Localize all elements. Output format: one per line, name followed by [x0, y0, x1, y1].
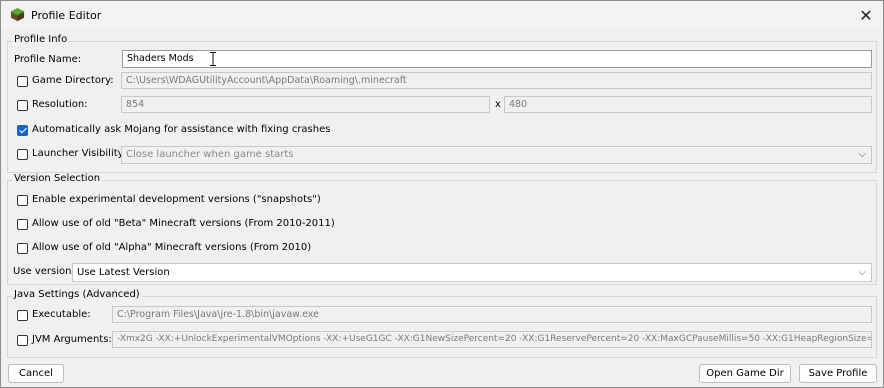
executable-input[interactable]: C:\Program Files\Java\jre-1.8\bin\javaw.… — [112, 306, 872, 323]
text-cursor-icon — [210, 52, 216, 66]
close-icon: ✕ — [859, 5, 873, 25]
snapshots-checkbox[interactable] — [17, 195, 28, 206]
executable-label: Executable: — [32, 309, 91, 320]
profile-editor-window: Profile Editor ✕ Profile Info Profile Na… — [0, 0, 884, 388]
title-bar: Profile Editor ✕ — [1, 1, 883, 29]
close-button[interactable]: ✕ — [853, 3, 879, 27]
launcher-visibility-checkbox[interactable] — [17, 149, 28, 160]
use-version-select[interactable]: Use Latest Version ⌵ — [72, 263, 872, 282]
jvm-arguments-checkbox[interactable] — [17, 335, 28, 346]
resolution-label: Resolution: — [32, 99, 88, 110]
use-version-value: Use Latest Version — [77, 267, 170, 278]
save-profile-button[interactable]: Save Profile — [799, 364, 877, 383]
java-settings-title: Java Settings (Advanced) — [12, 289, 142, 300]
minecraft-grass-block-icon — [10, 7, 25, 22]
chevron-down-icon: ⌵ — [858, 149, 866, 160]
profile-info-title: Profile Info — [12, 34, 70, 45]
beta-label[interactable]: Allow use of old "Beta" Minecraft versio… — [32, 218, 335, 229]
use-version-label: Use version: — [13, 266, 75, 277]
launcher-visibility-label: Launcher Visibility: — [32, 148, 127, 159]
alpha-checkbox[interactable] — [17, 243, 28, 254]
profile-name-label: Profile Name: — [14, 54, 82, 65]
game-directory-input[interactable]: C:\Users\WDAGUtilityAccount\AppData\Roam… — [121, 72, 872, 89]
resolution-width-input[interactable]: 854 — [121, 96, 490, 113]
launcher-visibility-select[interactable]: Close launcher when game starts ⌵ — [121, 146, 872, 164]
cancel-button[interactable]: Cancel — [8, 364, 64, 383]
auto-mojang-checkbox[interactable] — [17, 125, 28, 136]
game-directory-label: Game Directory: — [32, 75, 114, 86]
resolution-height-input[interactable]: 480 — [504, 96, 872, 113]
chevron-down-icon: ⌵ — [858, 267, 866, 278]
executable-checkbox[interactable] — [17, 310, 28, 321]
window-title: Profile Editor — [31, 9, 102, 22]
open-game-dir-button[interactable]: Open Game Dir — [699, 364, 791, 383]
game-directory-checkbox[interactable] — [17, 76, 28, 87]
jvm-arguments-label: JVM Arguments: — [32, 334, 112, 345]
launcher-visibility-value: Close launcher when game starts — [126, 149, 294, 160]
jvm-arguments-input[interactable]: -Xmx2G -XX:+UnlockExperimentalVMOptions … — [112, 331, 872, 348]
resolution-separator: x — [495, 99, 501, 110]
beta-checkbox[interactable] — [17, 219, 28, 230]
profile-name-input[interactable]: Shaders Mods — [122, 50, 872, 68]
snapshots-label[interactable]: Enable experimental development versions… — [32, 194, 321, 205]
resolution-checkbox[interactable] — [17, 100, 28, 111]
auto-mojang-label[interactable]: Automatically ask Mojang for assistance … — [32, 124, 330, 135]
version-selection-title: Version Selection — [12, 173, 103, 184]
alpha-label[interactable]: Allow use of old "Alpha" Minecraft versi… — [32, 242, 311, 253]
